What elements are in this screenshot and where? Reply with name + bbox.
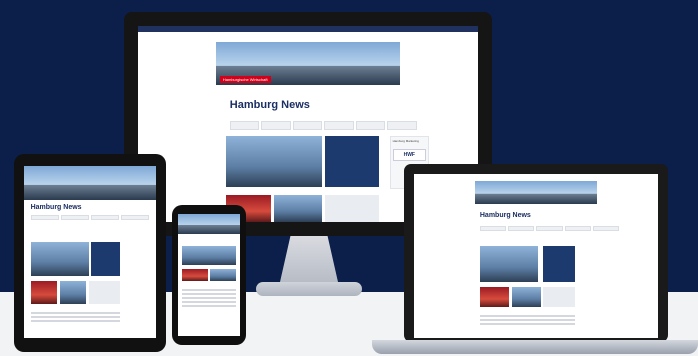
- hwf-badge[interactable]: HWF: [392, 148, 426, 161]
- nav-item[interactable]: [479, 225, 507, 231]
- nav-item[interactable]: [261, 120, 291, 130]
- tablet-screen: Hamburg News: [24, 166, 156, 338]
- phone-screen: [178, 214, 240, 336]
- featured-teaser[interactable]: [91, 241, 121, 277]
- featured-photo[interactable]: [181, 245, 237, 266]
- news-list: [181, 287, 237, 309]
- nav-item[interactable]: [592, 225, 619, 231]
- laptop-base: [372, 340, 698, 354]
- news-list: [30, 310, 121, 324]
- nav-item[interactable]: [30, 215, 59, 221]
- hero-image: Hamburgische Wirtschaft: [216, 42, 400, 86]
- hero-image: [178, 214, 240, 234]
- news-photo[interactable]: [30, 281, 57, 304]
- featured-photo[interactable]: [30, 241, 89, 277]
- news-photo[interactable]: [479, 287, 510, 307]
- featured-teaser[interactable]: [325, 135, 380, 187]
- nav-item[interactable]: [508, 225, 535, 231]
- nav-item[interactable]: [564, 225, 591, 231]
- hero-tag: Hamburgische Wirtschaft: [219, 75, 271, 83]
- top-bar: [138, 26, 478, 32]
- site-title: Hamburg News: [229, 98, 310, 111]
- main-navigation[interactable]: [229, 120, 417, 130]
- sidebar-title: Hamburg Marketing: [392, 138, 419, 143]
- nav-item[interactable]: [292, 120, 323, 130]
- featured-teaser[interactable]: [543, 246, 576, 283]
- monitor-base: [256, 282, 362, 296]
- hero-image: [24, 166, 156, 201]
- nav-item[interactable]: [60, 215, 89, 221]
- monitor-stand: [280, 236, 338, 282]
- news-photo[interactable]: [181, 268, 208, 282]
- main-navigation[interactable]: [479, 225, 619, 231]
- site-title: Hamburg News: [30, 204, 82, 212]
- nav-item[interactable]: [324, 120, 354, 130]
- news-photo[interactable]: [325, 194, 380, 222]
- laptop-screen: Hamburg News: [414, 174, 658, 338]
- news-list: [479, 313, 576, 327]
- nav-item[interactable]: [121, 215, 150, 221]
- nav-item[interactable]: [229, 120, 260, 130]
- news-photo[interactable]: [511, 287, 541, 307]
- main-navigation[interactable]: [30, 215, 150, 221]
- nav-item[interactable]: [387, 120, 417, 130]
- nav-item[interactable]: [355, 120, 386, 130]
- featured-photo[interactable]: [226, 135, 322, 187]
- news-photo[interactable]: [274, 194, 322, 222]
- news-photo[interactable]: [59, 281, 87, 304]
- site-title: Hamburg News: [479, 211, 531, 219]
- news-photo[interactable]: [210, 268, 237, 282]
- nav-item[interactable]: [91, 215, 120, 221]
- news-photo[interactable]: [88, 281, 121, 304]
- featured-photo[interactable]: [479, 246, 539, 283]
- nav-item[interactable]: [536, 225, 563, 231]
- news-photo[interactable]: [543, 287, 576, 307]
- hero-image: [475, 181, 597, 205]
